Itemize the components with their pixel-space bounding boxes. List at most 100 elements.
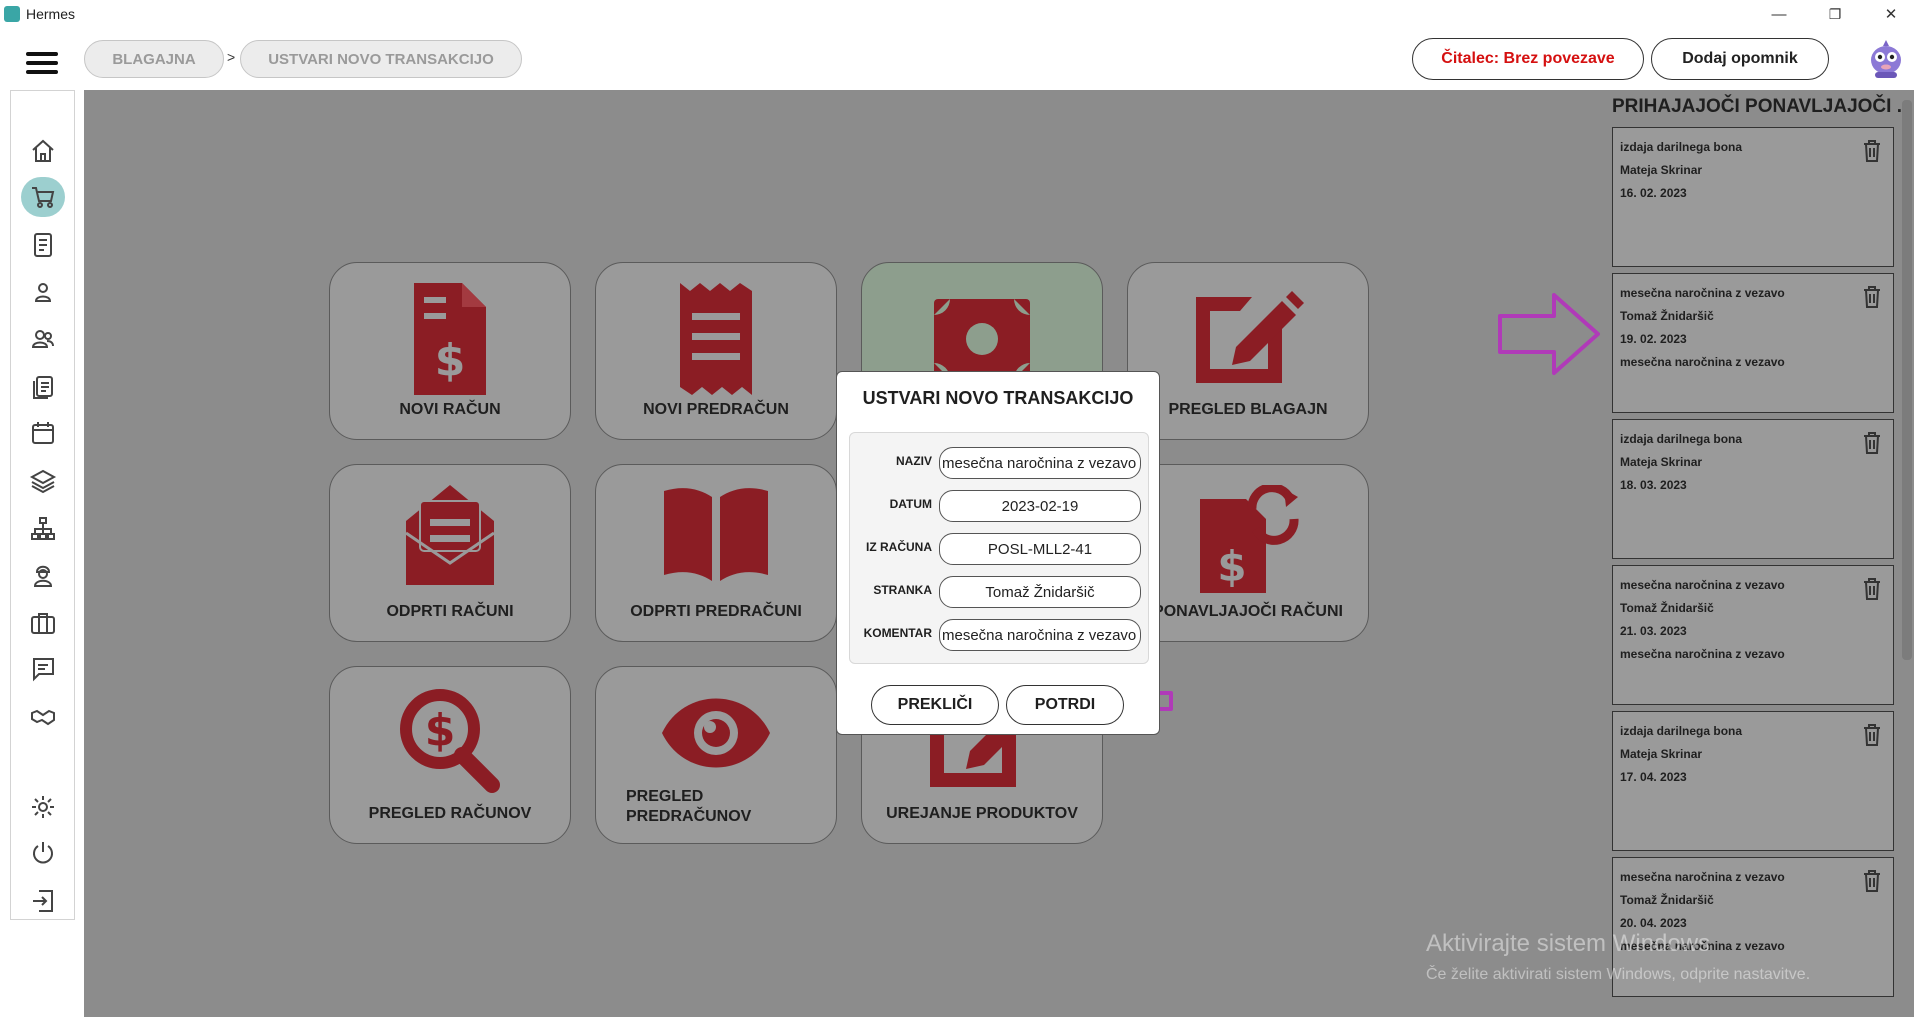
trash-icon[interactable] [1863,140,1881,162]
card-client: Tomaž Žnidaršič [1620,601,1714,615]
field-datum: DATUM 2023-02-19 [850,486,1150,522]
card-client: Mateja Skrinar [1620,747,1703,761]
tile-label: PREGLED RAČUNOV [368,805,532,822]
briefcase-icon[interactable] [21,603,65,643]
field-label: DATUM [889,497,932,511]
list-icon[interactable] [21,367,65,407]
svg-text:$: $ [425,705,456,756]
card-client: Tomaž Žnidaršič [1620,893,1714,907]
gear-icon[interactable] [21,787,65,827]
recurring-card[interactable]: izdaja darilnega bona Mateja Skrinar 18.… [1612,419,1894,559]
card-date: 21. 03. 2023 [1620,624,1687,638]
tile-novi-predracun[interactable]: NOVI PREDRAČUN [595,262,837,440]
card-name: izdaja darilnega bona [1620,724,1743,738]
tile-odprti-racuni[interactable]: ODPRTI RAČUNI [329,464,571,642]
tile-odprti-predracuni[interactable]: ODPRTI PREDRAČUNI [595,464,837,642]
tile-pregled-racunov[interactable]: $ PREGLED RAČUNOV [329,666,571,844]
tile-label-line1: PREGLED [626,788,704,805]
cart-icon[interactable] [21,177,65,217]
tile-novi-racun[interactable]: $ NOVI RAČUN [329,262,571,440]
tile-label-line2: PREDRAČUNOV [626,808,752,825]
tile-label: NOVI PREDRAČUN [643,401,789,418]
trash-icon[interactable] [1863,578,1881,600]
card-comment: mesečna naročnina z vezavo [1620,647,1785,661]
field-label: NAZIV [896,454,932,468]
minimize-button[interactable]: — [1756,2,1802,26]
worker-icon[interactable] [21,555,65,595]
card-date: 18. 03. 2023 [1620,478,1687,492]
recurring-card[interactable]: mesečna naročnina z vezavo Tomaž Žnidarš… [1612,273,1894,413]
activation-watermark: Aktivirajte sistem Windows Če želite akt… [1426,930,1810,984]
edit-icon [1196,291,1304,383]
field-iz-racuna: IZ RAČUNA POSL-MLL2-41 [850,529,1150,565]
avatar[interactable] [1866,38,1906,80]
datum-input[interactable]: 2023-02-19 [939,490,1141,522]
watermark-line1: Aktivirajte sistem Windows [1426,930,1711,957]
card-client: Tomaž Žnidaršič [1620,309,1714,323]
power-icon[interactable] [21,833,65,873]
new-transaction-dialog: USTVARI NOVO TRANSAKCIJO NAZIV mesečna n… [836,371,1160,735]
recurring-card[interactable]: mesečna naročnina z vezavo Tomaž Žnidarš… [1612,565,1894,705]
card-date: 16. 02. 2023 [1620,186,1687,200]
invoice-dollar-icon: $ [414,283,486,395]
reader-status-button[interactable]: Čitalec: Brez povezave [1412,38,1644,80]
recurring-card[interactable]: izdaja darilnega bona Mateja Skrinar 16.… [1612,127,1894,267]
right-panel-scrollbar[interactable] [1902,100,1912,660]
dialog-title: USTVARI NOVO TRANSAKCIJO [862,388,1134,408]
field-stranka: STRANKA Tomaž Žnidaršič [850,572,1150,608]
client-input[interactable]: Tomaž Žnidaršič [939,576,1141,608]
comment-input[interactable]: mesečna naročnina z vezavo [939,619,1141,651]
upcoming-recurring-title: PRIHAJAJOČI PONAVLJAJOČI ... [1612,96,1913,117]
chat-icon[interactable] [21,649,65,689]
tile-pregled-blagajn[interactable]: PREGLED BLAGAJN [1127,262,1369,440]
card-client: Mateja Skrinar [1620,163,1703,177]
open-book-icon [664,488,768,581]
user-icon[interactable] [21,273,65,313]
field-label: KOMENTAR [863,626,932,640]
breadcrumb-blagajna[interactable]: BLAGAJNA [84,40,224,78]
account-input[interactable]: POSL-MLL2-41 [939,533,1141,565]
cancel-button[interactable]: PREKLIČI [871,685,999,725]
tile-ponavljajoci-racuni[interactable]: $ PONAVLJAJOČI RAČUNI [1127,464,1369,642]
document-icon[interactable] [21,225,65,265]
eye-icon [662,698,770,768]
window-title: Hermes [26,6,76,22]
tile-label: PONAVLJAJOČI RAČUNI [1153,603,1343,620]
recurring-invoice-icon: $ [1200,485,1299,593]
users-icon[interactable] [21,319,65,359]
trash-icon[interactable] [1863,724,1881,746]
field-label: STRANKA [873,583,932,597]
card-date: 17. 04. 2023 [1620,770,1687,784]
open-envelope-icon [405,485,495,585]
layers-icon[interactable] [21,461,65,501]
tile-label: ODPRTI PREDRAČUNI [630,603,802,620]
home-icon[interactable] [21,131,65,171]
trash-icon[interactable] [1863,286,1881,308]
search-dollar-icon: $ [400,689,500,793]
maximize-button[interactable]: ❐ [1812,2,1858,26]
naziv-input[interactable]: mesečna naročnina z vezavo [939,447,1141,479]
close-button[interactable]: ✕ [1868,2,1914,26]
breadcrumb-current[interactable]: USTVARI NOVO TRANSAKCIJO [240,40,522,78]
add-reminder-button[interactable]: Dodaj opomnik [1651,38,1829,80]
trash-icon[interactable] [1863,870,1881,892]
upcoming-recurring-list: izdaja darilnega bona Mateja Skrinar 16.… [1612,127,1894,1017]
logout-icon[interactable] [21,881,65,921]
watermark-line2: Če želite aktivirati sistem Windows, odp… [1426,966,1811,983]
card-name: mesečna naročnina z vezavo [1620,578,1785,592]
field-label: IZ RAČUNA [866,540,932,554]
sitemap-icon[interactable] [21,509,65,549]
handshake-icon[interactable] [21,697,65,737]
tile-label: PREGLED BLAGAJN [1168,401,1328,418]
tile-pregled-predracunov[interactable]: PREGLED PREDRAČUNOV [595,666,837,844]
menu-icon[interactable] [26,52,58,74]
tile-label: ODPRTI RAČUNI [386,603,514,620]
recurring-card[interactable]: izdaja darilnega bona Mateja Skrinar 17.… [1612,711,1894,851]
confirm-button[interactable]: POTRDI [1006,685,1124,725]
calendar-icon[interactable] [21,413,65,453]
sidebar [10,90,75,920]
trash-icon[interactable] [1863,432,1881,454]
tile-label: NOVI RAČUN [399,401,501,418]
card-name: izdaja darilnega bona [1620,432,1743,446]
card-client: Mateja Skrinar [1620,455,1703,469]
